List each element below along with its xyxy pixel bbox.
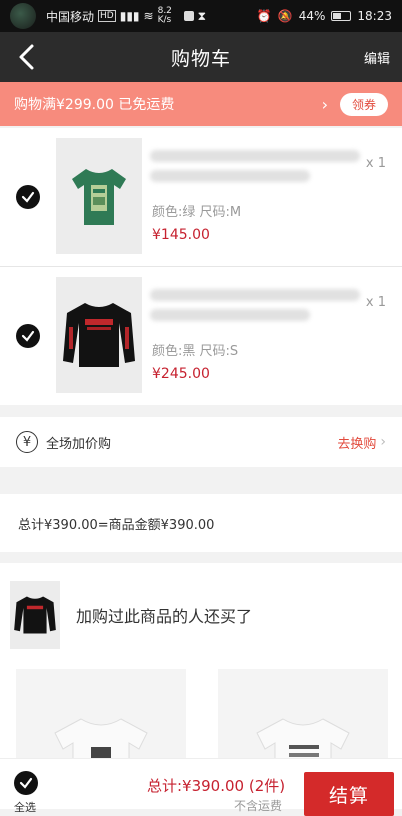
recommend-source-image — [10, 581, 60, 649]
quantity: x 1 — [365, 295, 386, 310]
product-spec: 颜色:绿 尺码:M — [152, 205, 242, 220]
recommendation-title: 加购过此商品的人还买了 — [76, 607, 253, 626]
black-longsleeve-icon — [14, 596, 56, 634]
product-spec: 颜色:黑 尺码:S — [152, 344, 239, 359]
quantity: x 1 — [365, 156, 386, 171]
free-shipping-banner[interactable]: 购物满¥299.00 已免运费 › 领券 — [0, 82, 402, 126]
product-image[interactable] — [56, 277, 142, 393]
product-price: ¥245.00 — [152, 366, 210, 382]
product-name-blurred — [150, 150, 360, 162]
back-arrow-icon[interactable] — [14, 42, 40, 72]
checkout-button[interactable]: 结算 — [304, 772, 394, 816]
product-name-blurred — [150, 309, 310, 321]
addon-label: 全场加价购 — [46, 436, 112, 452]
free-shipping-text: 购物满¥299.00 已免运费 — [14, 97, 175, 113]
app-notification-icon — [183, 11, 194, 21]
summary-text: 总计¥390.00=商品金额¥390.00 — [18, 517, 215, 533]
product-image[interactable] — [56, 138, 142, 254]
net-speed: 8.2 K/s — [157, 6, 172, 25]
bottom-action-bar: 全选 总计:¥390.00 (2件) 不含运费 结算 — [0, 758, 402, 816]
item-checkbox[interactable] — [16, 185, 40, 209]
signal-icon: ▮▮▮ — [119, 9, 140, 23]
nav-bar: 购物车 编辑 — [0, 32, 402, 82]
hd-badge: HD — [98, 10, 116, 22]
cart-item[interactable]: x 1 颜色:黑 尺码:S ¥245.00 — [0, 267, 402, 405]
cart-total: 总计:¥390.00 (2件) — [147, 777, 286, 795]
carrier-name: 中国移动 — [46, 9, 95, 24]
get-coupon-button[interactable]: 领券 — [339, 92, 388, 116]
addon-purchase-row[interactable]: ¥ 全场加价购 去换购 › — [0, 417, 402, 467]
page-title: 购物车 — [170, 47, 231, 70]
product-name-blurred — [150, 289, 360, 301]
chevron-right-icon: › — [321, 94, 328, 114]
product-price: ¥145.00 — [152, 227, 210, 243]
chevron-right-icon: › — [380, 434, 386, 450]
shipping-note: 不含运费 — [234, 799, 283, 813]
yen-circle-icon: ¥ — [16, 431, 38, 453]
notification-avatar-icon — [10, 3, 36, 29]
cart-item[interactable]: x 1 颜色:绿 尺码:M ¥145.00 — [0, 128, 402, 266]
select-all-label[interactable]: 全选 — [14, 799, 36, 815]
alarm-icon: ⏰ — [256, 9, 272, 23]
green-tshirt-icon — [72, 169, 126, 225]
black-longsleeve-icon — [63, 303, 135, 367]
battery-percent: 44% — [298, 9, 326, 23]
status-bar: 中国移动 HD ▮▮▮ ≋ 8.2 K/s ⧗ ⏰ 🔕 44% 18:23 — [0, 0, 402, 32]
exchange-link[interactable]: 去换购 — [337, 433, 376, 452]
product-name-blurred — [150, 170, 310, 182]
hourglass-icon: ⧗ — [197, 8, 207, 23]
mute-icon: 🔕 — [277, 9, 293, 23]
wifi-icon: ≋ — [143, 9, 154, 23]
battery-icon — [331, 11, 352, 21]
select-all-checkbox[interactable] — [14, 771, 38, 795]
order-summary: 总计¥390.00=商品金额¥390.00 — [0, 494, 402, 552]
edit-button[interactable]: 编辑 — [364, 48, 390, 67]
recommendation-section: 加购过此商品的人还买了 — [0, 563, 402, 779]
clock: 18:23 — [357, 9, 392, 23]
item-checkbox[interactable] — [16, 324, 40, 348]
